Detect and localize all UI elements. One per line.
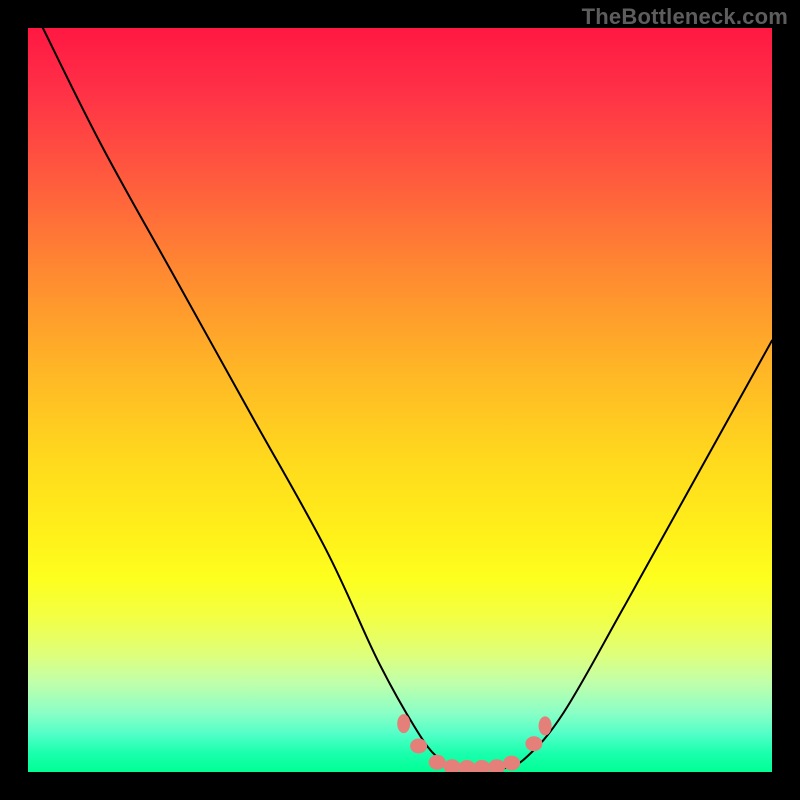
chart-frame: TheBottleneck.com xyxy=(0,0,800,800)
curve-marker xyxy=(444,759,461,772)
curve-marker xyxy=(525,736,542,751)
plot-area xyxy=(28,28,772,772)
curve-marker xyxy=(473,760,490,772)
curve-marker xyxy=(459,760,476,772)
curve-marker xyxy=(397,714,410,733)
curve-marker xyxy=(539,716,552,735)
bottleneck-curve xyxy=(43,28,772,769)
curve-marker xyxy=(503,756,520,771)
curve-marker xyxy=(429,755,446,770)
curve-markers xyxy=(397,714,551,772)
curve-marker xyxy=(410,739,427,754)
curve-layer xyxy=(28,28,772,772)
watermark-text: TheBottleneck.com xyxy=(582,4,788,30)
curve-marker xyxy=(488,759,505,772)
